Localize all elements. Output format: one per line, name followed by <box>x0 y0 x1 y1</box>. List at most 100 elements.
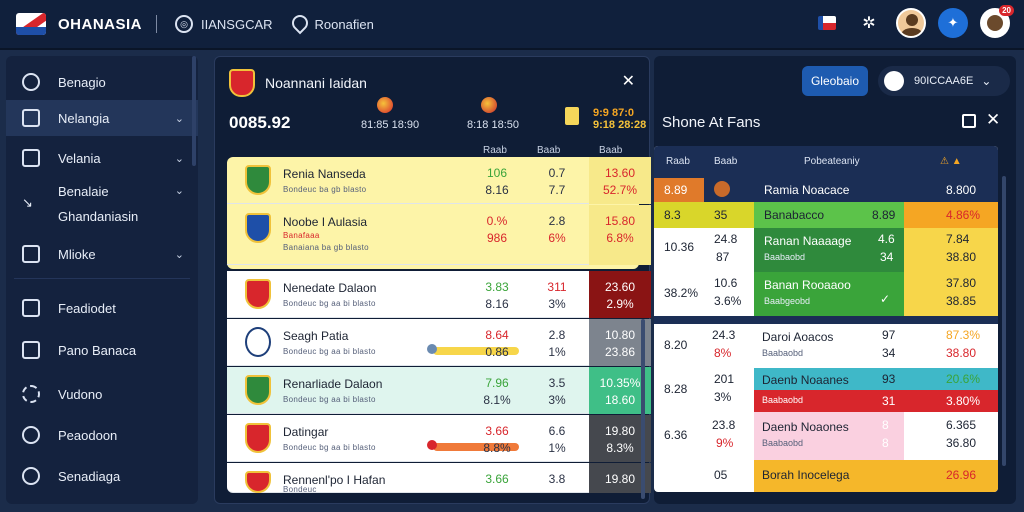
team-subtitle: Banaiana ba gb blasto <box>283 243 369 252</box>
table-row[interactable]: 6.36 23.8 9% Daenb Noaones Baabaobd 8 8 … <box>654 412 998 460</box>
folder-icon <box>22 341 40 359</box>
settings-button[interactable]: ✲ <box>854 8 884 38</box>
nav-item-2[interactable]: Roonafien <box>291 15 374 33</box>
app-logo[interactable] <box>16 9 50 39</box>
odds-value: 106 <box>486 166 508 180</box>
calendar-icon[interactable] <box>962 114 976 128</box>
clock-icon <box>22 73 40 91</box>
odds-value: 8.16 <box>485 297 509 311</box>
team-name: Renarliade Dalaon <box>283 377 383 391</box>
table-row[interactable]: 8.20 24.3 8% Daroi Aoacos Baabaobd 97 34… <box>654 324 998 368</box>
odds-value: 8.8% <box>483 441 511 455</box>
flag-icon <box>818 16 836 30</box>
sidebar-item-benalaie[interactable]: ↘ Benalaie Ghandaniasin ⌄ <box>6 178 198 230</box>
sidebar-item-sublabel: Ghandaniasin <box>58 209 139 224</box>
match-panel: Noannani Iaidan ✕ 0085.92 81:85 18:90 8:… <box>214 56 732 504</box>
language-button[interactable] <box>812 8 842 38</box>
sidebar-item-pano-banaca[interactable]: Pano Banaca <box>6 334 198 366</box>
table-row[interactable]: 8.28 201 3% Daenb Noaanes Baabaobd 93 31… <box>654 368 998 412</box>
team-name: Datingar <box>283 425 329 439</box>
cell-value: 34 <box>880 250 894 264</box>
star-icon <box>22 385 40 403</box>
table-row[interactable]: Rennenl'po I Hafan Bondeuc 3.66 3.8 19.8… <box>227 463 651 494</box>
cell-value: 8.89 <box>664 183 688 197</box>
fans-table: Raab Baab Pobeateaniy ⚠ ▲ 8.89 Ramia Noa… <box>654 146 998 492</box>
sidebar-item-peaodoon[interactable]: Peaodoon <box>6 419 198 451</box>
team-logo-icon <box>245 375 271 405</box>
sidebar-item-label: Feadiodet <box>58 300 116 316</box>
sidebar-item-senadiaga[interactable]: Senadiaga <box>6 460 198 492</box>
cell-value: 6.36 <box>664 428 688 442</box>
team-logo-icon <box>245 213 271 243</box>
close-icon[interactable]: ✕ <box>622 71 635 91</box>
cell-name: Banabacco <box>764 208 825 222</box>
table-row[interactable]: 38.2% 10.6 3.6% Banan Rooaaoo Baabgeobd … <box>654 272 998 316</box>
cell-value: 05 <box>714 468 728 482</box>
cell-name: Daenb Noaones <box>762 420 849 434</box>
cell-value: 26.96 <box>946 468 977 482</box>
home-icon <box>22 149 40 167</box>
match-meta: 8:18 18:50 <box>467 119 519 131</box>
progress-marker <box>427 344 437 354</box>
square-icon <box>22 245 40 263</box>
odds-value: 6.8% <box>606 231 634 245</box>
nav-item-1[interactable]: ◎ IIANSGCAR <box>175 15 273 33</box>
cell-value: 8 <box>882 418 889 432</box>
odds-value: 3.66 <box>485 424 509 438</box>
cell-value: 23.8 <box>712 418 736 432</box>
table-row[interactable]: Renia Nanseda Bondeuc ba gb blasto 106 8… <box>227 157 651 204</box>
odds-value: 6% <box>548 231 566 245</box>
table-row[interactable]: 8.3 35 Banabacco 8.89 4.86% <box>654 202 998 228</box>
top-nav: ◎ IIANSGCAR Roonafien <box>175 15 392 33</box>
table-row[interactable]: Seagh Patia Bondeuc bg aa bi blasto 8.64… <box>227 319 651 366</box>
team-logo-icon <box>245 165 271 195</box>
odds-value: 3.83 <box>485 280 509 294</box>
app-name: OHANASIA <box>58 15 143 33</box>
table-row[interactable]: Nenedate Dalaon Bondeuc bg aa bi blasto … <box>227 271 651 318</box>
top-bar: OHANASIA ◎ IIANSGCAR Roonafien ✲ ✦ 20 <box>0 0 1024 50</box>
sidebar-item-feadiodet[interactable]: Feadiodet <box>6 292 198 324</box>
team-logo-icon <box>245 423 271 453</box>
sidebar-divider <box>14 278 190 279</box>
user-button[interactable]: 20 <box>980 5 1014 38</box>
team-subtitle: Bondeuc bg aa bi blasto <box>283 299 376 308</box>
match-meta: 9:9 87:0 <box>593 107 634 119</box>
sidebar-item-vudono[interactable]: Vudono <box>6 378 198 410</box>
cell-value: 31 <box>882 394 896 408</box>
table-row[interactable]: Datingar Bondeuc bg aa bi blasto 3.66 8.… <box>227 415 651 462</box>
odds-value: 1% <box>548 441 566 455</box>
sidebar-scrollbar[interactable] <box>192 56 196 166</box>
odds-value: 3% <box>548 393 566 407</box>
sidebar-item-label: Senadiaga <box>58 468 121 484</box>
monitor-icon <box>22 299 40 317</box>
panel-scrollbar[interactable] <box>641 319 645 499</box>
cell-subtitle: Baabaobd <box>762 395 804 405</box>
table-row[interactable]: 10.36 24.8 87 Ranan Naaaage Baabaobd 4.6… <box>654 228 998 272</box>
sidebar-item-velania[interactable]: Velania ⌄ <box>6 142 198 174</box>
twitter-button[interactable]: ✦ <box>938 8 968 38</box>
panel-title: Shone At Fans <box>662 114 761 131</box>
primary-button[interactable]: Gleobaio <box>802 66 868 96</box>
sidebar-item-benagio[interactable]: Benagio <box>6 66 198 98</box>
account-icon <box>884 71 904 91</box>
cell-value: 93 <box>882 372 896 386</box>
cell-value: 9% <box>716 436 734 450</box>
sidebar-item-label: Pano Banaca <box>58 342 137 358</box>
avatar-button[interactable] <box>896 8 926 38</box>
account-dropdown[interactable]: 90ICCAA6E ⌄ <box>878 66 1010 96</box>
table-row[interactable]: Renarliade Dalaon Bondeuc bg aa bi blast… <box>227 367 651 414</box>
close-icon[interactable]: ✕ <box>986 110 1000 130</box>
panel-scrollbar[interactable] <box>1002 176 1006 466</box>
table-row[interactable]: 8.89 Ramia Noacace 8.800 <box>654 178 998 202</box>
notification-badge: 20 <box>999 5 1014 16</box>
cell-value: 24.3 <box>712 328 736 342</box>
odds-value: 3% <box>548 297 566 311</box>
sidebar-item-mlioke[interactable]: Mlioke ⌄ <box>6 238 198 270</box>
sidebar-item-nelangia[interactable]: Nelangia ⌄ <box>6 100 198 136</box>
table-row[interactable]: Noobe I Aulasia Banafaaa Banaiana ba gb … <box>227 205 651 265</box>
team-crest-icon <box>229 69 255 97</box>
cell-value: 87.3% <box>946 328 981 342</box>
odds-value: 2.8 <box>548 214 566 228</box>
table-row[interactable]: 05 Borah Inocelega 26.96 <box>654 460 998 492</box>
check-square-icon <box>22 109 40 127</box>
